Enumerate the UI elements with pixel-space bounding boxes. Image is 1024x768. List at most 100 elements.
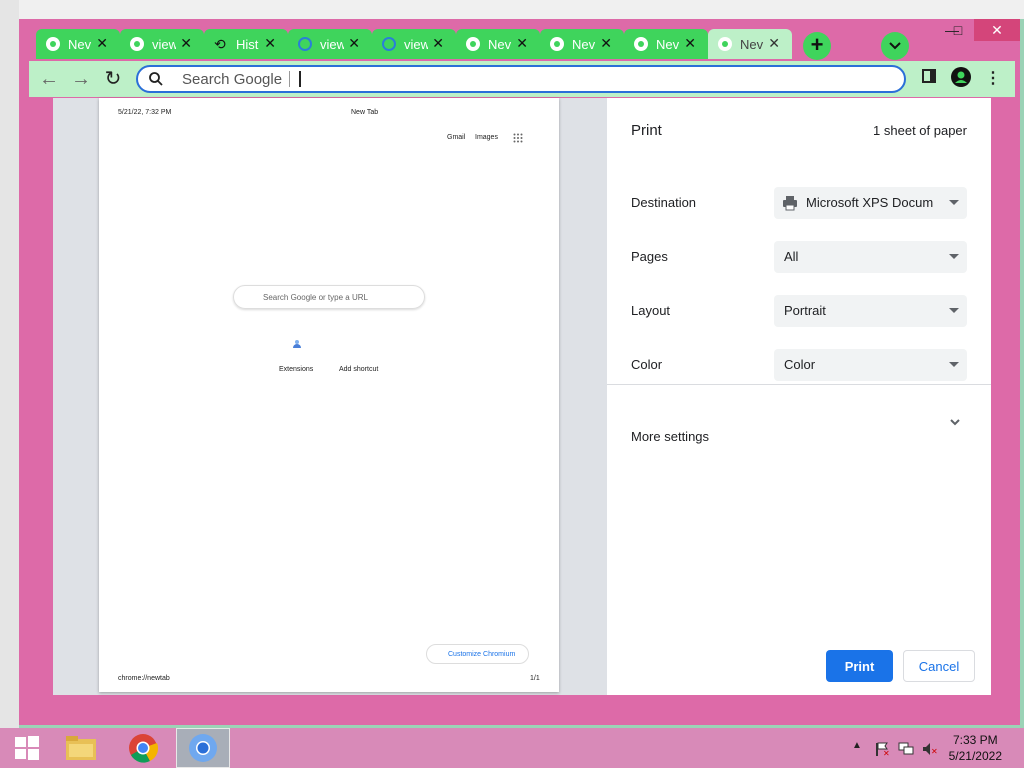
close-tab-icon[interactable]: ✕ xyxy=(516,35,528,52)
color-label: Color xyxy=(631,357,663,372)
folder-icon xyxy=(66,736,96,760)
clock-time: 7:33 PM xyxy=(952,733,998,747)
close-window-button[interactable]: ✕ xyxy=(974,19,1020,41)
destination-select[interactable]: Microsoft XPS Docum xyxy=(774,187,967,219)
side-panel-icon[interactable] xyxy=(917,67,941,91)
taskbar: ▲ ✕ ✕ 7:33 PM 5/21/2022 xyxy=(0,728,1024,768)
tab-9-active[interactable]: Nev ✕ xyxy=(708,29,792,59)
dropdown-arrow-icon xyxy=(949,200,959,205)
print-dialog-title: Print xyxy=(631,122,662,139)
omnibox-divider xyxy=(289,71,290,87)
action-center-flag-icon[interactable]: ✕ xyxy=(874,741,890,757)
preview-search-box: Search Google or type a URL xyxy=(233,285,425,309)
chevron-down-icon[interactable] xyxy=(949,416,961,428)
chromium-taskbar-button[interactable] xyxy=(176,728,230,768)
history-icon: ⟲ xyxy=(214,36,226,52)
layout-label: Layout xyxy=(631,303,671,318)
tab-search-button[interactable] xyxy=(881,32,909,60)
chrome-icon xyxy=(466,37,480,51)
pages-value: All xyxy=(784,249,799,264)
destination-value: Microsoft XPS Docum xyxy=(806,195,934,210)
tab-title: Nev xyxy=(572,36,596,52)
settings-divider xyxy=(607,384,991,385)
file-explorer-taskbar-button[interactable] xyxy=(54,728,108,768)
desktop-left-strip xyxy=(0,0,19,768)
destination-label: Destination xyxy=(631,195,697,210)
tab-3[interactable]: ⟲ Hist ✕ xyxy=(204,29,288,59)
close-tab-icon[interactable]: ✕ xyxy=(768,35,780,52)
forward-button[interactable]: → xyxy=(69,67,93,91)
sheet-count: 1 sheet of paper xyxy=(873,123,967,138)
tab-title: Nev xyxy=(740,36,764,52)
page-header-date: 5/21/22, 7:32 PM xyxy=(118,109,172,116)
tab-6[interactable]: Nev ✕ xyxy=(456,29,540,59)
chrome-icon xyxy=(129,734,158,763)
close-tab-icon[interactable]: ✕ xyxy=(600,35,612,52)
pages-label: Pages xyxy=(631,249,668,264)
new-tab-button[interactable]: + xyxy=(803,32,831,60)
page-header-title: New Tab xyxy=(351,109,379,116)
close-tab-icon[interactable]: ✕ xyxy=(348,35,360,52)
customize-chromium-label: Customize Chromium xyxy=(448,651,516,658)
tab-7[interactable]: Nev ✕ xyxy=(540,29,624,59)
close-tab-icon[interactable]: ✕ xyxy=(264,35,276,52)
pages-select[interactable]: All xyxy=(774,241,967,273)
layout-select[interactable]: Portrait xyxy=(774,295,967,327)
color-value: Color xyxy=(784,357,816,372)
browser-toolbar: ← → ↻ Search Google ⋮ xyxy=(29,61,1015,97)
dropdown-arrow-icon xyxy=(949,254,959,259)
tab-title: Hist xyxy=(236,36,259,52)
tab-1[interactable]: Nev ✕ xyxy=(36,29,120,59)
system-clock[interactable]: 7:33 PM 5/21/2022 xyxy=(949,732,1002,764)
title-bar: — □ ✕ Nev ✕ view ✕ ⟲ Hist ✕ view ✕ view … xyxy=(19,19,1020,61)
chrome-icon xyxy=(634,37,648,51)
chrome-taskbar-button[interactable] xyxy=(116,728,170,768)
show-hidden-icons-icon[interactable]: ▲ xyxy=(852,740,862,751)
maximize-button[interactable]: □ xyxy=(941,19,975,41)
close-tab-icon[interactable]: ✕ xyxy=(432,35,444,52)
tab-4[interactable]: view ✕ xyxy=(288,29,372,59)
close-tab-icon[interactable]: ✕ xyxy=(684,35,696,52)
customize-chromium-button: Customize Chromium xyxy=(426,644,529,664)
preview-search-placeholder: Search Google or type a URL xyxy=(263,293,368,302)
close-tab-icon[interactable]: ✕ xyxy=(96,35,108,52)
tab-8[interactable]: Nev ✕ xyxy=(624,29,708,59)
color-select[interactable]: Color xyxy=(774,349,967,381)
search-icon xyxy=(149,72,163,86)
chromium-icon xyxy=(189,734,217,762)
tab-title: view xyxy=(320,36,344,52)
chrome-icon xyxy=(550,37,564,51)
menu-kebab-icon[interactable]: ⋮ xyxy=(981,67,1005,91)
address-bar[interactable]: Search Google xyxy=(136,65,906,93)
page-footer-count: 1/1 xyxy=(530,675,540,682)
start-button[interactable] xyxy=(0,728,54,768)
images-link: Images xyxy=(475,134,498,141)
volume-muted-icon[interactable]: ✕ xyxy=(922,741,938,757)
svg-text:✕: ✕ xyxy=(883,749,890,757)
print-settings-panel: Print 1 sheet of paper Destination Micro… xyxy=(607,98,991,695)
tab-title: Nev xyxy=(656,36,680,52)
tab-5[interactable]: view ✕ xyxy=(372,29,456,59)
cancel-button[interactable]: Cancel xyxy=(903,650,975,682)
tab-title: Nev xyxy=(488,36,512,52)
clock-date: 5/21/2022 xyxy=(948,749,1002,763)
tab-2[interactable]: view ✕ xyxy=(120,29,204,59)
print-preview-pane: 5/21/22, 7:32 PM New Tab Gmail Images Se… xyxy=(53,98,607,695)
chrome-icon xyxy=(718,37,732,51)
print-button[interactable]: Print xyxy=(826,650,893,682)
close-tab-icon[interactable]: ✕ xyxy=(180,35,192,52)
omnibox-placeholder: Search Google xyxy=(182,71,283,88)
layout-value: Portrait xyxy=(784,303,826,318)
network-icon[interactable] xyxy=(898,741,914,757)
dropdown-arrow-icon xyxy=(949,308,959,313)
extensions-shortcut-label: Extensions xyxy=(279,366,314,373)
text-cursor xyxy=(299,71,301,87)
tab-title: view xyxy=(152,36,176,52)
back-button[interactable]: ← xyxy=(37,67,61,91)
profile-avatar-icon[interactable] xyxy=(949,67,973,91)
reload-button[interactable]: ↻ xyxy=(101,67,125,91)
desktop-top-strip xyxy=(19,0,1024,19)
windows-logo-icon xyxy=(15,736,39,760)
extension-icon xyxy=(382,37,396,51)
more-settings-toggle[interactable]: More settings xyxy=(631,429,709,444)
